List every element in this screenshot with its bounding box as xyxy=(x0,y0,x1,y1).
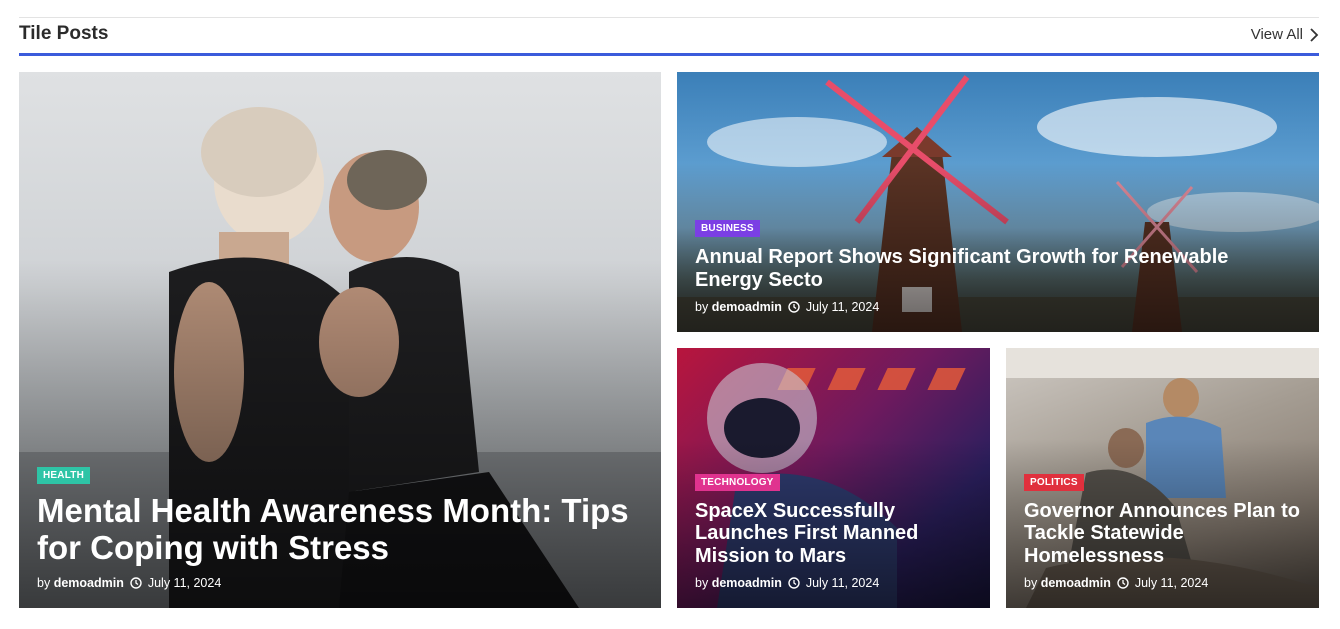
post-content: HEALTH Mental Health Awareness Month: Ti… xyxy=(37,465,643,590)
author-prefix: by xyxy=(695,300,709,314)
category-badge[interactable]: HEALTH xyxy=(37,467,91,485)
clock-icon xyxy=(788,577,800,589)
post-title[interactable]: Governor Announces Plan to Tackle Statew… xyxy=(1024,500,1301,567)
author-line: by demoadmin xyxy=(1024,576,1111,590)
author-line: by demoadmin xyxy=(695,300,782,314)
author-prefix: by xyxy=(695,576,709,590)
author-name[interactable]: demoadmin xyxy=(712,300,782,314)
post-date: July 11, 2024 xyxy=(805,576,880,590)
post-content: BUSINESS Annual Report Shows Significant… xyxy=(695,218,1301,314)
post-date: July 11, 2024 xyxy=(1134,576,1209,590)
author-prefix: by xyxy=(1024,576,1038,590)
post-tile-small[interactable]: TECHNOLOGY SpaceX Successfully Launches … xyxy=(677,348,990,608)
post-tile-wide[interactable]: BUSINESS Annual Report Shows Significant… xyxy=(677,72,1319,332)
author-line: by demoadmin xyxy=(695,576,782,590)
category-badge[interactable]: TECHNOLOGY xyxy=(695,473,780,491)
post-title[interactable]: Mental Health Awareness Month: Tips for … xyxy=(37,492,643,567)
post-date: July 11, 2024 xyxy=(805,300,880,314)
chevron-right-icon xyxy=(1310,27,1319,42)
section-accent-bar xyxy=(19,53,1319,56)
post-tile-small[interactable]: POLITICS Governor Announces Plan to Tack… xyxy=(1006,348,1319,608)
author-line: by demoadmin xyxy=(37,576,124,590)
post-meta: by demoadmin July 11, 2024 xyxy=(1024,576,1301,590)
post-tile-large[interactable]: HEALTH Mental Health Awareness Month: Ti… xyxy=(19,72,661,608)
section-title: Tile Posts xyxy=(19,23,109,44)
author-name[interactable]: demoadmin xyxy=(54,576,124,590)
author-name[interactable]: demoadmin xyxy=(712,576,782,590)
clock-icon xyxy=(788,301,800,313)
post-title[interactable]: Annual Report Shows Significant Growth f… xyxy=(695,246,1301,291)
section-header: Tile Posts View All xyxy=(19,18,1319,56)
clock-icon xyxy=(1117,577,1129,589)
post-meta: by demoadmin July 11, 2024 xyxy=(695,576,972,590)
author-name[interactable]: demoadmin xyxy=(1041,576,1111,590)
post-content: POLITICS Governor Announces Plan to Tack… xyxy=(1024,472,1301,590)
view-all-link[interactable]: View All xyxy=(1251,26,1319,43)
post-date: July 11, 2024 xyxy=(147,576,222,590)
post-content: TECHNOLOGY SpaceX Successfully Launches … xyxy=(695,472,972,590)
post-title[interactable]: SpaceX Successfully Launches First Manne… xyxy=(695,500,972,567)
post-meta: by demoadmin July 11, 2024 xyxy=(695,300,1301,314)
view-all-label: View All xyxy=(1250,26,1303,43)
author-prefix: by xyxy=(37,576,51,590)
category-badge[interactable]: POLITICS xyxy=(1024,473,1084,491)
category-badge[interactable]: BUSINESS xyxy=(695,220,760,238)
clock-icon xyxy=(130,577,142,589)
post-meta: by demoadmin July 11, 2024 xyxy=(37,576,643,590)
